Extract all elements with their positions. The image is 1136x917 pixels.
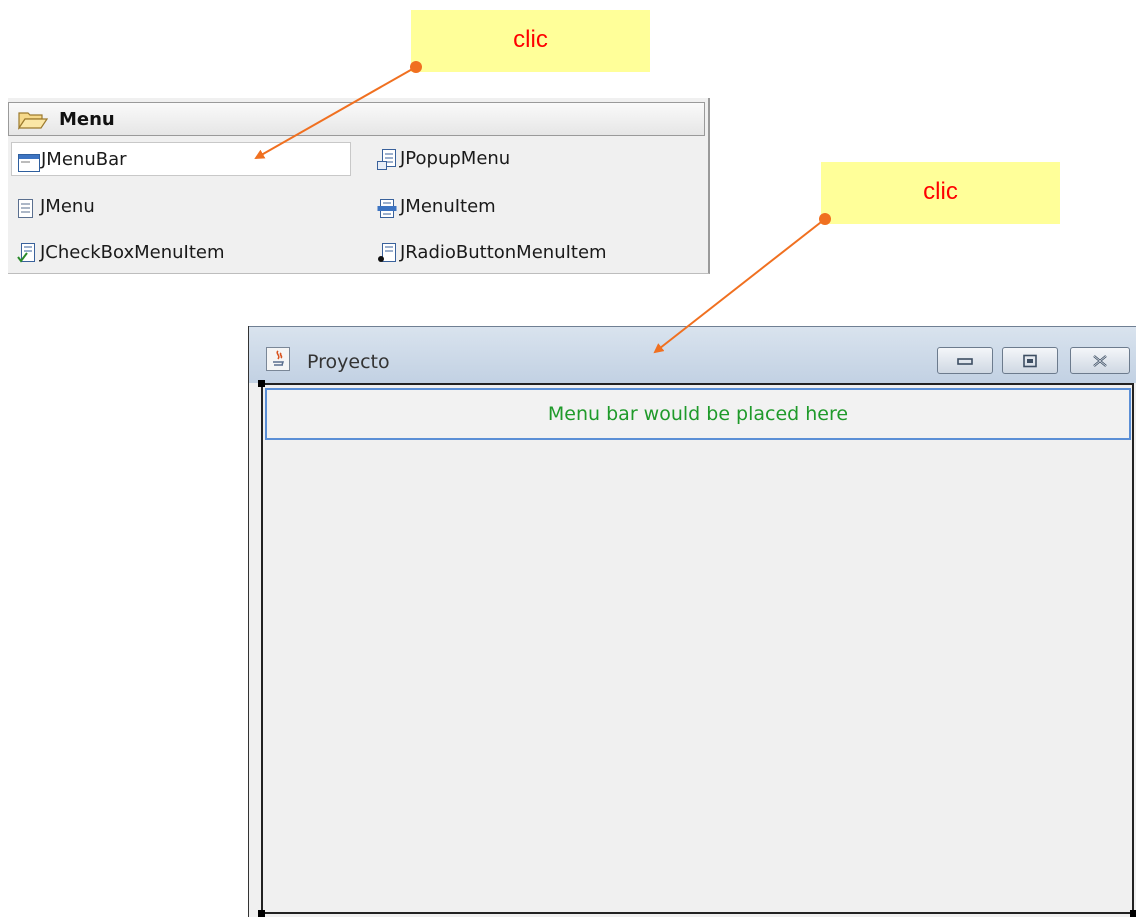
close-icon [1093,354,1107,367]
component-palette: Menu JMenuBar JPopupMenu JMenu JMenuItem… [8,98,710,274]
resize-handle-top-left[interactable] [258,380,265,387]
palette-item-label: JMenuItem [400,196,496,217]
palette-item-jradiobuttonmenuitem[interactable]: JRadioButtonMenuItem [371,236,711,270]
window-titlebar[interactable]: Proyecto [249,326,1136,383]
palette-item-jmenuitem[interactable]: JMenuItem [371,190,711,224]
palette-item-label: JRadioButtonMenuItem [400,242,607,263]
palette-category-header[interactable]: Menu [8,102,705,136]
menubar-placeholder[interactable]: Menu bar would be placed here [265,388,1131,440]
folder-open-icon [17,110,49,134]
annotation-callout-clic-1: clic [411,10,650,72]
palette-item-label: JMenu [40,196,95,217]
maximize-icon [1023,354,1037,367]
java-icon [266,347,290,375]
resize-handle-bottom-right[interactable] [1130,910,1136,917]
minimize-icon [957,357,973,365]
palette-category-label: Menu [59,109,115,130]
menu-item-icon [377,197,397,218]
popup-menu-icon [377,149,397,170]
palette-item-label: JPopupMenu [400,148,511,169]
menubar-icon [18,150,40,172]
designer-window: Proyecto Menu bar would be placed here [248,326,1136,917]
palette-item-jpopupmenu[interactable]: JPopupMenu [371,142,711,176]
annotation-callout-clic-2: clic [821,162,1060,224]
resize-handle-bottom-left[interactable] [258,910,265,917]
maximize-button[interactable] [1002,347,1058,374]
minimize-button[interactable] [937,347,993,374]
palette-item-jcheckboxmenuitem[interactable]: JCheckBoxMenuItem [11,236,351,270]
checkbox-menu-item-icon [17,243,37,263]
menu-icon [17,197,37,218]
palette-item-jmenu[interactable]: JMenu [11,190,351,224]
palette-item-label: JCheckBoxMenuItem [40,242,225,263]
palette-item-jmenubar[interactable]: JMenuBar [11,142,351,176]
jframe-content-area[interactable]: Menu bar would be placed here [261,383,1134,914]
radio-menu-item-icon [377,243,397,263]
palette-item-label: JMenuBar [41,149,127,170]
close-button[interactable] [1070,347,1130,374]
window-title: Proyecto [307,351,390,373]
